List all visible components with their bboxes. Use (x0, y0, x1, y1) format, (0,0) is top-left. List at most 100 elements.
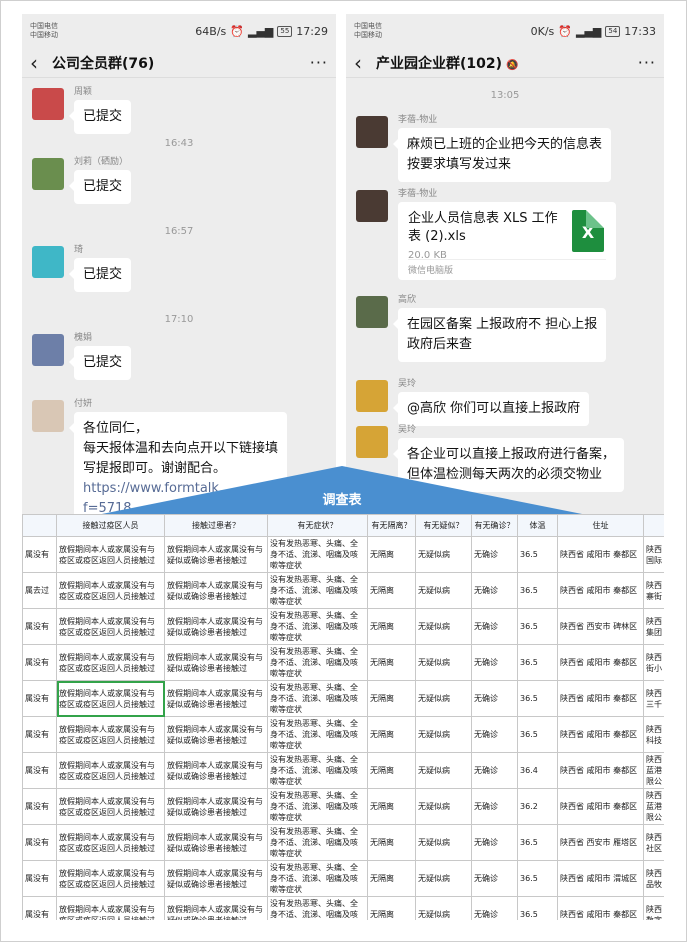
table-cell[interactable]: 放假期间本人或家属没有与疑似或确诊患者接触过 (164, 752, 268, 789)
table-cell[interactable]: 36.2 (517, 788, 558, 825)
avatar[interactable] (356, 380, 388, 412)
table-cell[interactable]: 36.5 (517, 572, 558, 609)
table-cell[interactable]: 没有发热恶寒、头痛、全身不适、流涕、咽痛及咳嗽等症状 (267, 896, 368, 920)
message-bubble[interactable]: @高欣 你们可以直接上报政府 (392, 392, 590, 426)
table-cell[interactable]: 放假期间本人或家属没有与疫区或疫区返回人员接触过 (56, 536, 165, 573)
table-cell[interactable]: 36.5 (517, 824, 558, 861)
table-cell[interactable]: 放假期间本人或家属没有与疑似或确诊患者接触过 (164, 716, 268, 753)
avatar[interactable] (32, 334, 64, 366)
table-cell[interactable]: 无疑似病 (415, 896, 472, 920)
table-cell[interactable]: 没有发热恶寒、头痛、全身不适、流涕、咽痛及咳嗽等症状 (267, 860, 368, 897)
message-bubble[interactable]: 麻烦已上班的企业把今天的信息表 按要求填写发过来 (392, 128, 612, 182)
table-cell[interactable]: 无疑似病 (415, 860, 472, 897)
table-cell[interactable]: 无隔离 (367, 536, 416, 573)
table-cell[interactable]: 属没有 (22, 608, 57, 645)
avatar[interactable] (32, 158, 64, 190)
table-cell[interactable]: 陕西品牧 (643, 860, 664, 897)
table-cell[interactable]: 没有发热恶寒、头痛、全身不适、流涕、咽痛及咳嗽等症状 (267, 752, 368, 789)
table-cell[interactable]: 36.5 (517, 716, 558, 753)
table-cell[interactable]: 无隔离 (367, 608, 416, 645)
table-cell[interactable]: 无确诊 (471, 608, 518, 645)
table-cell[interactable]: 放假期间本人或家属没有与疫区或疫区返回人员接触过 (56, 680, 165, 717)
table-cell[interactable]: 陕西三千 (643, 680, 664, 717)
table-cell[interactable]: 无疑似病 (415, 608, 472, 645)
table-cell[interactable]: 陕西蓝港限公 (643, 788, 664, 825)
table-cell[interactable]: 无确诊 (471, 716, 518, 753)
table-cell[interactable]: 无确诊 (471, 860, 518, 897)
table-cell[interactable]: 陕西省 咸阳市 秦都区 (557, 572, 644, 609)
table-cell[interactable]: 属没有 (22, 644, 57, 681)
table-cell[interactable]: 属没有 (22, 788, 57, 825)
table-cell[interactable]: 放假期间本人或家属没有与疑似或确诊患者接触过 (164, 896, 268, 920)
table-cell[interactable]: 无隔离 (367, 896, 416, 920)
table-cell[interactable]: 陕西省 西安市 碑林区 (557, 608, 644, 645)
table-cell[interactable]: 陕西省 咸阳市 秦都区 (557, 716, 644, 753)
table-cell[interactable]: 陕西集团 (643, 608, 664, 645)
table-cell[interactable]: 无隔离 (367, 824, 416, 861)
avatar[interactable] (32, 246, 64, 278)
table-cell[interactable]: 没有发热恶寒、头痛、全身不适、流涕、咽痛及咳嗽等症状 (267, 716, 368, 753)
table-cell[interactable]: 放假期间本人或家属没有与疑似或确诊患者接触过 (164, 824, 268, 861)
table-cell[interactable]: 放假期间本人或家属没有与疫区或疫区返回人员接触过 (56, 860, 165, 897)
avatar[interactable] (356, 296, 388, 328)
table-cell[interactable]: 属没有 (22, 752, 57, 789)
table-cell[interactable]: 36.5 (517, 536, 558, 573)
message-bubble[interactable]: 在园区备案 上报政府不 担心上报 政府后来查 (392, 308, 607, 362)
table-cell[interactable]: 属没有 (22, 824, 57, 861)
table-cell[interactable]: 陕西省 咸阳市 秦都区 (557, 896, 644, 920)
table-cell[interactable]: 陕西省 西安市 雁塔区 (557, 824, 644, 861)
more-options-icon[interactable]: ··· (310, 53, 328, 72)
table-cell[interactable]: 放假期间本人或家属没有与疫区或疫区返回人员接触过 (56, 824, 165, 861)
table-cell[interactable]: 放假期间本人或家属没有与疑似或确诊患者接触过 (164, 644, 268, 681)
table-cell[interactable]: 放假期间本人或家属没有与疫区或疫区返回人员接触过 (56, 572, 165, 609)
back-icon[interactable]: ‹ (30, 53, 52, 73)
table-cell[interactable]: 放假期间本人或家属没有与疑似或确诊患者接触过 (164, 680, 268, 717)
table-cell[interactable]: 无疑似病 (415, 752, 472, 789)
table-cell[interactable]: 36.4 (517, 752, 558, 789)
message-bubble[interactable]: 已提交 (68, 100, 132, 134)
table-cell[interactable]: 无隔离 (367, 860, 416, 897)
table-cell[interactable]: 无隔离 (367, 680, 416, 717)
table-cell[interactable]: 放假期间本人或家属没有与疑似或确诊患者接触过 (164, 788, 268, 825)
table-cell[interactable]: 36.5 (517, 896, 558, 920)
table-cell[interactable]: 放假期间本人或家属没有与疑似或确诊患者接触过 (164, 572, 268, 609)
table-cell[interactable]: 36.5 (517, 644, 558, 681)
table-cell[interactable]: 属没有 (22, 536, 57, 573)
table-cell[interactable]: 陕西街小 (643, 644, 664, 681)
table-cell[interactable]: 无隔离 (367, 788, 416, 825)
table-cell[interactable]: 陕西科技 (643, 716, 664, 753)
table-cell[interactable]: 陕西省 咸阳市 秦都区 (557, 788, 644, 825)
message-bubble[interactable]: 已提交 (68, 346, 132, 380)
table-cell[interactable]: 无确诊 (471, 644, 518, 681)
table-cell[interactable]: 36.5 (517, 680, 558, 717)
table-cell[interactable]: 陕西寨街 (643, 572, 664, 609)
table-cell[interactable]: 没有发热恶寒、头痛、全身不适、流涕、咽痛及咳嗽等症状 (267, 680, 368, 717)
table-cell[interactable]: 陕西省 咸阳市 秦都区 (557, 644, 644, 681)
table-cell[interactable]: 无确诊 (471, 572, 518, 609)
table-cell[interactable]: 属没有 (22, 860, 57, 897)
avatar[interactable] (356, 190, 388, 222)
table-cell[interactable]: 无疑似病 (415, 680, 472, 717)
avatar[interactable] (356, 116, 388, 148)
table-cell[interactable]: 无确诊 (471, 752, 518, 789)
table-cell[interactable]: 无疑似病 (415, 788, 472, 825)
table-cell[interactable]: 无隔离 (367, 572, 416, 609)
table-cell[interactable]: 无隔离 (367, 644, 416, 681)
table-cell[interactable]: 放假期间本人或家属没有与疫区或疫区返回人员接触过 (56, 644, 165, 681)
table-cell[interactable]: 无疑似病 (415, 644, 472, 681)
back-icon[interactable]: ‹ (354, 53, 376, 73)
table-cell[interactable]: 放假期间本人或家属没有与疫区或疫区返回人员接触过 (56, 788, 165, 825)
table-cell[interactable]: 放假期间本人或家属没有与疫区或疫区返回人员接触过 (56, 716, 165, 753)
table-cell[interactable]: 陕西省 咸阳市 秦都区 (557, 536, 644, 573)
table-cell[interactable]: 放假期间本人或家属没有与疫区或疫区返回人员接触过 (56, 608, 165, 645)
table-cell[interactable]: 没有发热恶寒、头痛、全身不适、流涕、咽痛及咳嗽等症状 (267, 572, 368, 609)
table-cell[interactable]: 没有发热恶寒、头痛、全身不适、流涕、咽痛及咳嗽等症状 (267, 644, 368, 681)
message-bubble[interactable]: 已提交 (68, 170, 132, 204)
table-cell[interactable]: 属没有 (22, 896, 57, 920)
table-cell[interactable]: 无疑似病 (415, 716, 472, 753)
table-cell[interactable]: 36.5 (517, 608, 558, 645)
table-cell[interactable]: 无疑似病 (415, 824, 472, 861)
table-cell[interactable]: 陕西蓝港限公 (643, 752, 664, 789)
table-cell[interactable]: 无确诊 (471, 680, 518, 717)
table-cell[interactable]: 放假期间本人或家属没有与疫区或疫区返回人员接触过 (56, 752, 165, 789)
